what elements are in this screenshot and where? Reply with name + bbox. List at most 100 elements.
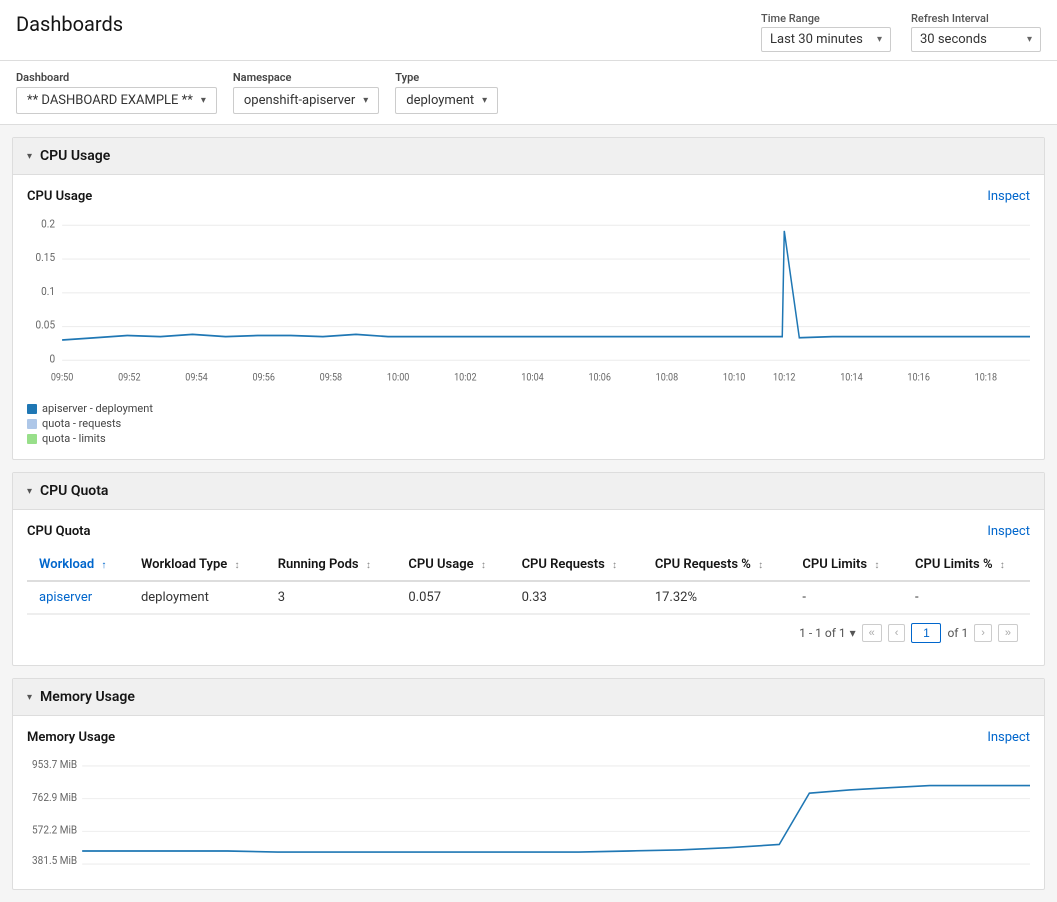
memory-usage-section-body: Memory Usage Inspect 953.7 MiB 762.9 MiB… [13,716,1044,889]
memory-usage-section-title: Memory Usage [40,689,135,705]
cell-workload: apiserver [27,581,129,614]
type-filter-group: Type deployment ▾ [395,71,498,114]
cpu-quota-section-header[interactable]: ▾ CPU Quota [13,473,1044,510]
memory-usage-section-header[interactable]: ▾ Memory Usage [13,679,1044,716]
top-controls: Time Range Last 30 minutes ▾ Refresh Int… [761,12,1041,52]
pagination-prev-button[interactable]: ‹ [888,624,906,642]
type-filter-label: Type [395,71,498,84]
cpu-usage-svg: 0.2 0.15 0.1 0.05 0 09:50 09:52 09:54 09… [27,214,1030,394]
pagination-last-button[interactable]: » [998,624,1018,642]
svg-text:0.2: 0.2 [41,217,55,231]
cpu-requests-sort-icon: ↕ [612,560,617,571]
time-range-value: Last 30 minutes [770,32,863,47]
table-header-row: Workload ↑ Workload Type ↕ Running Pods … [27,549,1030,581]
cell-running-pods: 3 [266,581,397,614]
svg-text:10:16: 10:16 [907,372,929,384]
pagination-next-button[interactable]: › [974,624,992,642]
pagination-first-button[interactable]: « [862,624,882,642]
cpu-quota-chart-title: CPU Quota [27,524,91,539]
svg-text:10:14: 10:14 [840,372,863,384]
svg-text:10:00: 10:00 [387,372,409,384]
running-pods-sort-icon: ↕ [366,560,371,571]
cpu-usage-sort-icon: ↕ [481,560,486,571]
legend-dot-apiserver [27,404,37,414]
col-cpu-usage[interactable]: CPU Usage ↕ [396,549,509,581]
dashboard-filter-select[interactable]: ** DASHBOARD EXAMPLE ** ▾ [16,87,217,114]
cell-cpu-requests: 0.33 [510,581,643,614]
svg-text:10:04: 10:04 [521,372,544,384]
col-cpu-limits[interactable]: CPU Limits ↕ [790,549,903,581]
filter-bar: Dashboard ** DASHBOARD EXAMPLE ** ▾ Name… [0,61,1057,125]
pagination-page-input[interactable] [911,623,941,643]
memory-usage-svg: 953.7 MiB 762.9 MiB 572.2 MiB 381.5 MiB [27,755,1030,875]
namespace-filter-label: Namespace [233,71,379,84]
refresh-interval-select[interactable]: 30 seconds ▾ [911,27,1041,52]
cpu-usage-inspect-link[interactable]: Inspect [987,189,1030,204]
cpu-usage-section-header[interactable]: ▾ CPU Usage [13,138,1044,175]
per-page-select[interactable]: 1 - 1 of 1 ▾ [799,626,856,640]
svg-text:10:18: 10:18 [975,372,997,384]
svg-text:762.9 MiB: 762.9 MiB [32,790,77,804]
legend-dot-quota-limits [27,434,37,444]
legend-label-apiserver: apiserver - deployment [42,402,153,415]
dashboard-filter-group: Dashboard ** DASHBOARD EXAMPLE ** ▾ [16,71,217,114]
cpu-limits-sort-icon: ↕ [874,560,879,571]
type-filter-select[interactable]: deployment ▾ [395,87,498,114]
legend-item-quota-limits: quota - limits [27,432,1030,445]
svg-text:09:54: 09:54 [185,372,208,384]
col-workload-type[interactable]: Workload Type ↕ [129,549,266,581]
svg-text:10:12: 10:12 [773,372,796,384]
svg-text:09:52: 09:52 [118,372,141,384]
col-cpu-limits-pct[interactable]: CPU Limits % ↕ [903,549,1030,581]
col-workload[interactable]: Workload ↑ [27,549,129,581]
memory-usage-chart-title: Memory Usage [27,730,115,745]
svg-text:572.2 MiB: 572.2 MiB [32,823,77,837]
cell-cpu-limits: - [790,581,903,614]
svg-text:0.15: 0.15 [36,251,56,265]
cpu-usage-chart-title: CPU Usage [27,189,92,204]
col-running-pods[interactable]: Running Pods ↕ [266,549,397,581]
col-cpu-requests[interactable]: CPU Requests ↕ [510,549,643,581]
memory-usage-inspect-link[interactable]: Inspect [987,730,1030,745]
dashboard-filter-label: Dashboard [16,71,217,84]
svg-text:09:58: 09:58 [320,372,342,384]
cpu-usage-section-body: CPU Usage Inspect 0.2 0.15 0.1 0.05 0 [13,175,1044,459]
svg-text:10:08: 10:08 [656,372,678,384]
time-range-select[interactable]: Last 30 minutes ▾ [761,27,891,52]
pagination-range: 1 - 1 of 1 [799,626,845,640]
cell-workload-type: deployment [129,581,266,614]
cpu-quota-table-container: Workload ↑ Workload Type ↕ Running Pods … [27,549,1030,614]
col-cpu-requests-pct[interactable]: CPU Requests % ↕ [643,549,791,581]
legend-item-apiserver: apiserver - deployment [27,402,1030,415]
pagination-of-label: of 1 [947,626,968,640]
cpu-quota-inspect-link[interactable]: Inspect [987,524,1030,539]
namespace-filter-value: openshift-apiserver [244,93,355,108]
svg-text:10:06: 10:06 [588,372,610,384]
cpu-limits-pct-sort-icon: ↕ [1000,560,1005,571]
legend-dot-quota-requests [27,419,37,429]
namespace-filter-chevron-icon: ▾ [363,95,368,106]
cpu-usage-section: ▾ CPU Usage CPU Usage Inspect 0.2 0.15 0… [12,137,1045,460]
legend-item-quota-requests: quota - requests [27,417,1030,430]
memory-usage-chart-header: Memory Usage Inspect [27,730,1030,745]
dashboard-filter-chevron-icon: ▾ [201,95,206,106]
cell-cpu-usage: 0.057 [396,581,509,614]
cpu-quota-section-body: CPU Quota Inspect Workload ↑ Workload Ty… [13,510,1044,665]
dashboard-filter-value: ** DASHBOARD EXAMPLE ** [27,93,193,108]
pagination: 1 - 1 of 1 ▾ « ‹ of 1 › » [27,614,1030,651]
namespace-filter-select[interactable]: openshift-apiserver ▾ [233,87,379,114]
cell-cpu-limits-pct: - [903,581,1030,614]
memory-usage-chart: 953.7 MiB 762.9 MiB 572.2 MiB 381.5 MiB [27,755,1030,875]
time-range-group: Time Range Last 30 minutes ▾ [761,12,891,52]
table-row: apiserver deployment 3 0.057 0.33 17.32%… [27,581,1030,614]
cpu-quota-collapse-icon: ▾ [27,486,32,497]
time-range-chevron-icon: ▾ [877,34,882,45]
page-title: Dashboards [16,12,123,36]
type-filter-value: deployment [406,93,474,108]
cpu-usage-section-title: CPU Usage [40,148,110,164]
cell-cpu-requests-pct: 17.32% [643,581,791,614]
svg-text:381.5 MiB: 381.5 MiB [32,854,77,868]
cpu-quota-table: Workload ↑ Workload Type ↕ Running Pods … [27,549,1030,614]
type-filter-chevron-icon: ▾ [482,95,487,106]
cpu-usage-chart: 0.2 0.15 0.1 0.05 0 09:50 09:52 09:54 09… [27,214,1030,394]
